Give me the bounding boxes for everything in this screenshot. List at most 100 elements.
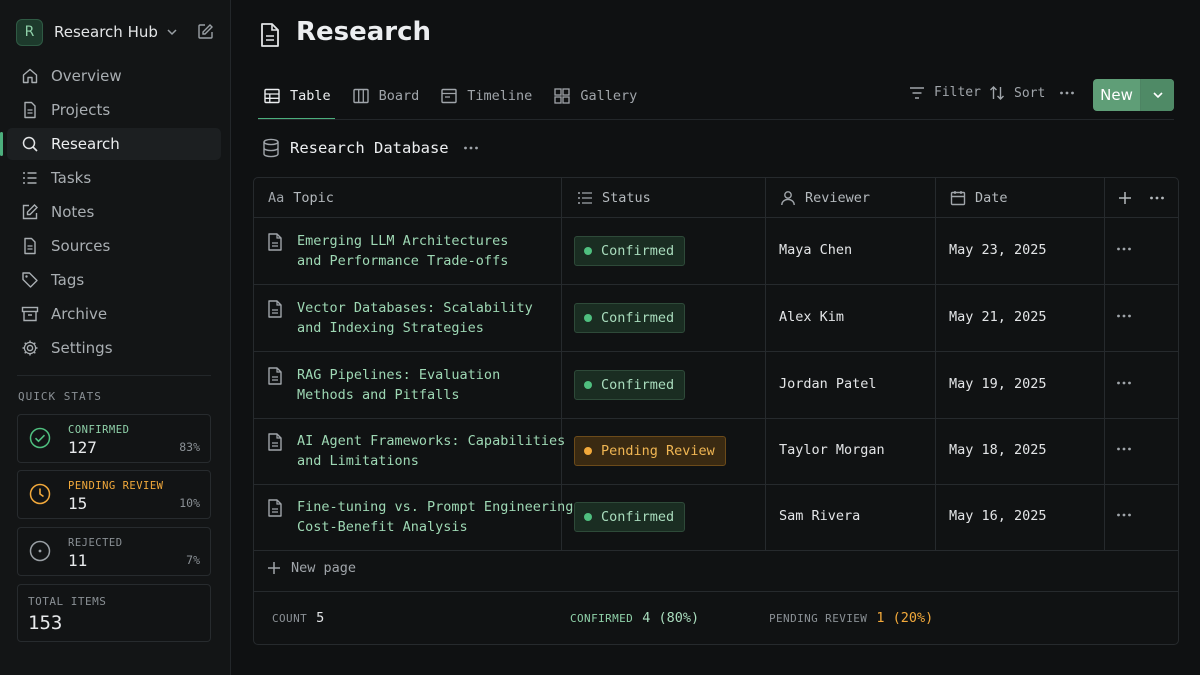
- document-icon: [267, 300, 283, 338]
- more-options-icon[interactable]: [1059, 87, 1075, 99]
- more-options-icon[interactable]: [1116, 377, 1132, 389]
- column-header-date[interactable]: Date: [950, 178, 1008, 218]
- more-options-icon[interactable]: [1116, 310, 1132, 322]
- footer-value: 1 (20%): [876, 610, 934, 626]
- column-label: Date: [975, 190, 1008, 206]
- more-options-icon[interactable]: [1116, 509, 1132, 521]
- footer-divider: [254, 591, 1178, 592]
- view-tabs: Table Board Timeline Gallery: [258, 78, 653, 120]
- status-badge[interactable]: Confirmed: [574, 303, 686, 333]
- topic-cell[interactable]: Vector Databases: Scalability and Indexi…: [267, 298, 533, 338]
- footer-pending: PENDING REVIEW 1 (20%): [769, 610, 933, 626]
- sidebar-item-tasks[interactable]: Tasks: [7, 162, 221, 194]
- stat-card-pending[interactable]: PENDING REVIEW 15 10%: [17, 470, 211, 519]
- tab-label: Gallery: [580, 88, 638, 104]
- tab-timeline[interactable]: Timeline: [435, 78, 544, 114]
- footer-value: 4 (80%): [642, 610, 700, 626]
- date-cell[interactable]: May 16, 2025: [949, 508, 1047, 524]
- topic-cell[interactable]: Fine-tuning vs. Prompt Engineering: Cost…: [267, 497, 581, 537]
- new-page-edit-icon[interactable]: [197, 23, 214, 40]
- new-dropdown-button[interactable]: [1141, 79, 1174, 111]
- reviewer-cell[interactable]: Maya Chen: [779, 242, 852, 258]
- topic-text: Vector Databases: Scalability and Indexi…: [297, 300, 533, 336]
- topic-cell[interactable]: Emerging LLM Architectures and Performan…: [267, 231, 508, 271]
- table-row[interactable]: Vector Databases: Scalability and Indexi…: [254, 285, 1178, 352]
- reviewer-cell[interactable]: Jordan Patel: [779, 376, 877, 392]
- sidebar-item-research[interactable]: Research: [0, 128, 221, 160]
- text-type-icon: Aa: [268, 190, 285, 206]
- stat-card-confirmed[interactable]: CONFIRMED 127 83%: [17, 414, 211, 463]
- plus-icon: [267, 561, 281, 575]
- filter-icon: [909, 86, 925, 100]
- reviewer-cell[interactable]: Alex Kim: [779, 309, 844, 325]
- edit-icon: [21, 203, 39, 221]
- footer-value: 5: [316, 610, 325, 626]
- status-label: Confirmed: [601, 377, 675, 393]
- sidebar-item-overview[interactable]: Overview: [7, 60, 221, 92]
- filter-button[interactable]: Filter: [909, 85, 981, 100]
- more-options-icon[interactable]: [1116, 443, 1132, 455]
- tab-board[interactable]: Board: [347, 78, 432, 114]
- sidebar-item-projects[interactable]: Projects: [7, 94, 221, 126]
- column-header-reviewer[interactable]: Reviewer: [780, 178, 870, 218]
- page-title: Research: [296, 17, 432, 47]
- status-badge[interactable]: Confirmed: [574, 236, 686, 266]
- sidebar-item-label: Projects: [51, 101, 111, 119]
- table-row[interactable]: Fine-tuning vs. Prompt Engineering: Cost…: [254, 484, 1178, 551]
- sidebar: R Research Hub Overview Projects Researc…: [0, 0, 231, 675]
- reviewer-cell[interactable]: Sam Rivera: [779, 508, 860, 524]
- sidebar-item-settings[interactable]: Settings: [7, 332, 221, 364]
- sidebar-item-archive[interactable]: Archive: [7, 298, 221, 330]
- new-page-button[interactable]: New page: [267, 560, 356, 576]
- status-label: Confirmed: [601, 243, 675, 259]
- topic-cell[interactable]: RAG Pipelines: Evaluation Methods and Pi…: [267, 365, 500, 405]
- sidebar-item-tags[interactable]: Tags: [7, 264, 221, 296]
- footer-label: COUNT: [272, 612, 308, 625]
- table-icon: [264, 88, 280, 104]
- add-column-icon[interactable]: [1118, 178, 1132, 218]
- new-page-label: New page: [291, 560, 357, 576]
- status-badge[interactable]: Confirmed: [574, 502, 686, 532]
- topic-cell[interactable]: AI Agent Frameworks: Capabilities and Li…: [267, 431, 565, 471]
- column-label: Reviewer: [805, 190, 871, 206]
- status-dot: [584, 314, 592, 322]
- date-cell[interactable]: May 18, 2025: [949, 442, 1047, 458]
- tab-gallery[interactable]: Gallery: [548, 78, 649, 114]
- date-cell[interactable]: May 23, 2025: [949, 242, 1047, 258]
- column-header-status[interactable]: Status: [577, 178, 651, 218]
- sort-label: Sort: [1014, 85, 1046, 101]
- date-cell[interactable]: May 21, 2025: [949, 309, 1047, 325]
- topic-text: RAG Pipelines: Evaluation Methods and Pi…: [297, 367, 501, 403]
- table-row[interactable]: Emerging LLM Architectures and Performan…: [254, 218, 1178, 285]
- sidebar-item-label: Settings: [51, 339, 113, 357]
- more-options-icon[interactable]: [1149, 178, 1165, 218]
- tab-label: Timeline: [467, 88, 533, 104]
- stat-value: 11: [68, 551, 88, 570]
- workspace-switcher[interactable]: R Research Hub: [16, 18, 214, 46]
- sidebar-item-label: Notes: [51, 203, 95, 221]
- reviewer-cell[interactable]: Taylor Morgan: [779, 442, 885, 458]
- sidebar-item-label: Tasks: [51, 169, 92, 187]
- sidebar-item-label: Tags: [51, 271, 85, 289]
- column-header-topic[interactable]: Aa Topic: [268, 178, 334, 218]
- more-options-icon[interactable]: [1116, 243, 1132, 255]
- status-dot: [584, 247, 592, 255]
- table-header: Aa Topic Status Reviewer Date: [254, 178, 1178, 218]
- sort-button[interactable]: Sort: [989, 85, 1045, 101]
- document-icon: [267, 233, 283, 271]
- more-options-icon[interactable]: [463, 142, 479, 154]
- sidebar-item-sources[interactable]: Sources: [7, 230, 221, 262]
- tab-table[interactable]: Table: [258, 78, 343, 120]
- new-button[interactable]: New: [1093, 79, 1141, 111]
- table-row[interactable]: RAG Pipelines: Evaluation Methods and Pi…: [254, 352, 1178, 419]
- list-icon: [577, 191, 593, 205]
- table-row[interactable]: AI Agent Frameworks: Capabilities and Li…: [254, 418, 1178, 485]
- status-badge[interactable]: Confirmed: [574, 370, 686, 400]
- sort-icon: [989, 85, 1005, 101]
- sidebar-item-notes[interactable]: Notes: [7, 196, 221, 228]
- status-badge[interactable]: Pending Review: [574, 436, 726, 466]
- check-circle-icon: [29, 427, 51, 449]
- date-cell[interactable]: May 19, 2025: [949, 376, 1047, 392]
- stat-card-rejected[interactable]: REJECTED 11 7%: [17, 527, 211, 576]
- topic-text: Emerging LLM Architectures and Performan…: [297, 233, 509, 269]
